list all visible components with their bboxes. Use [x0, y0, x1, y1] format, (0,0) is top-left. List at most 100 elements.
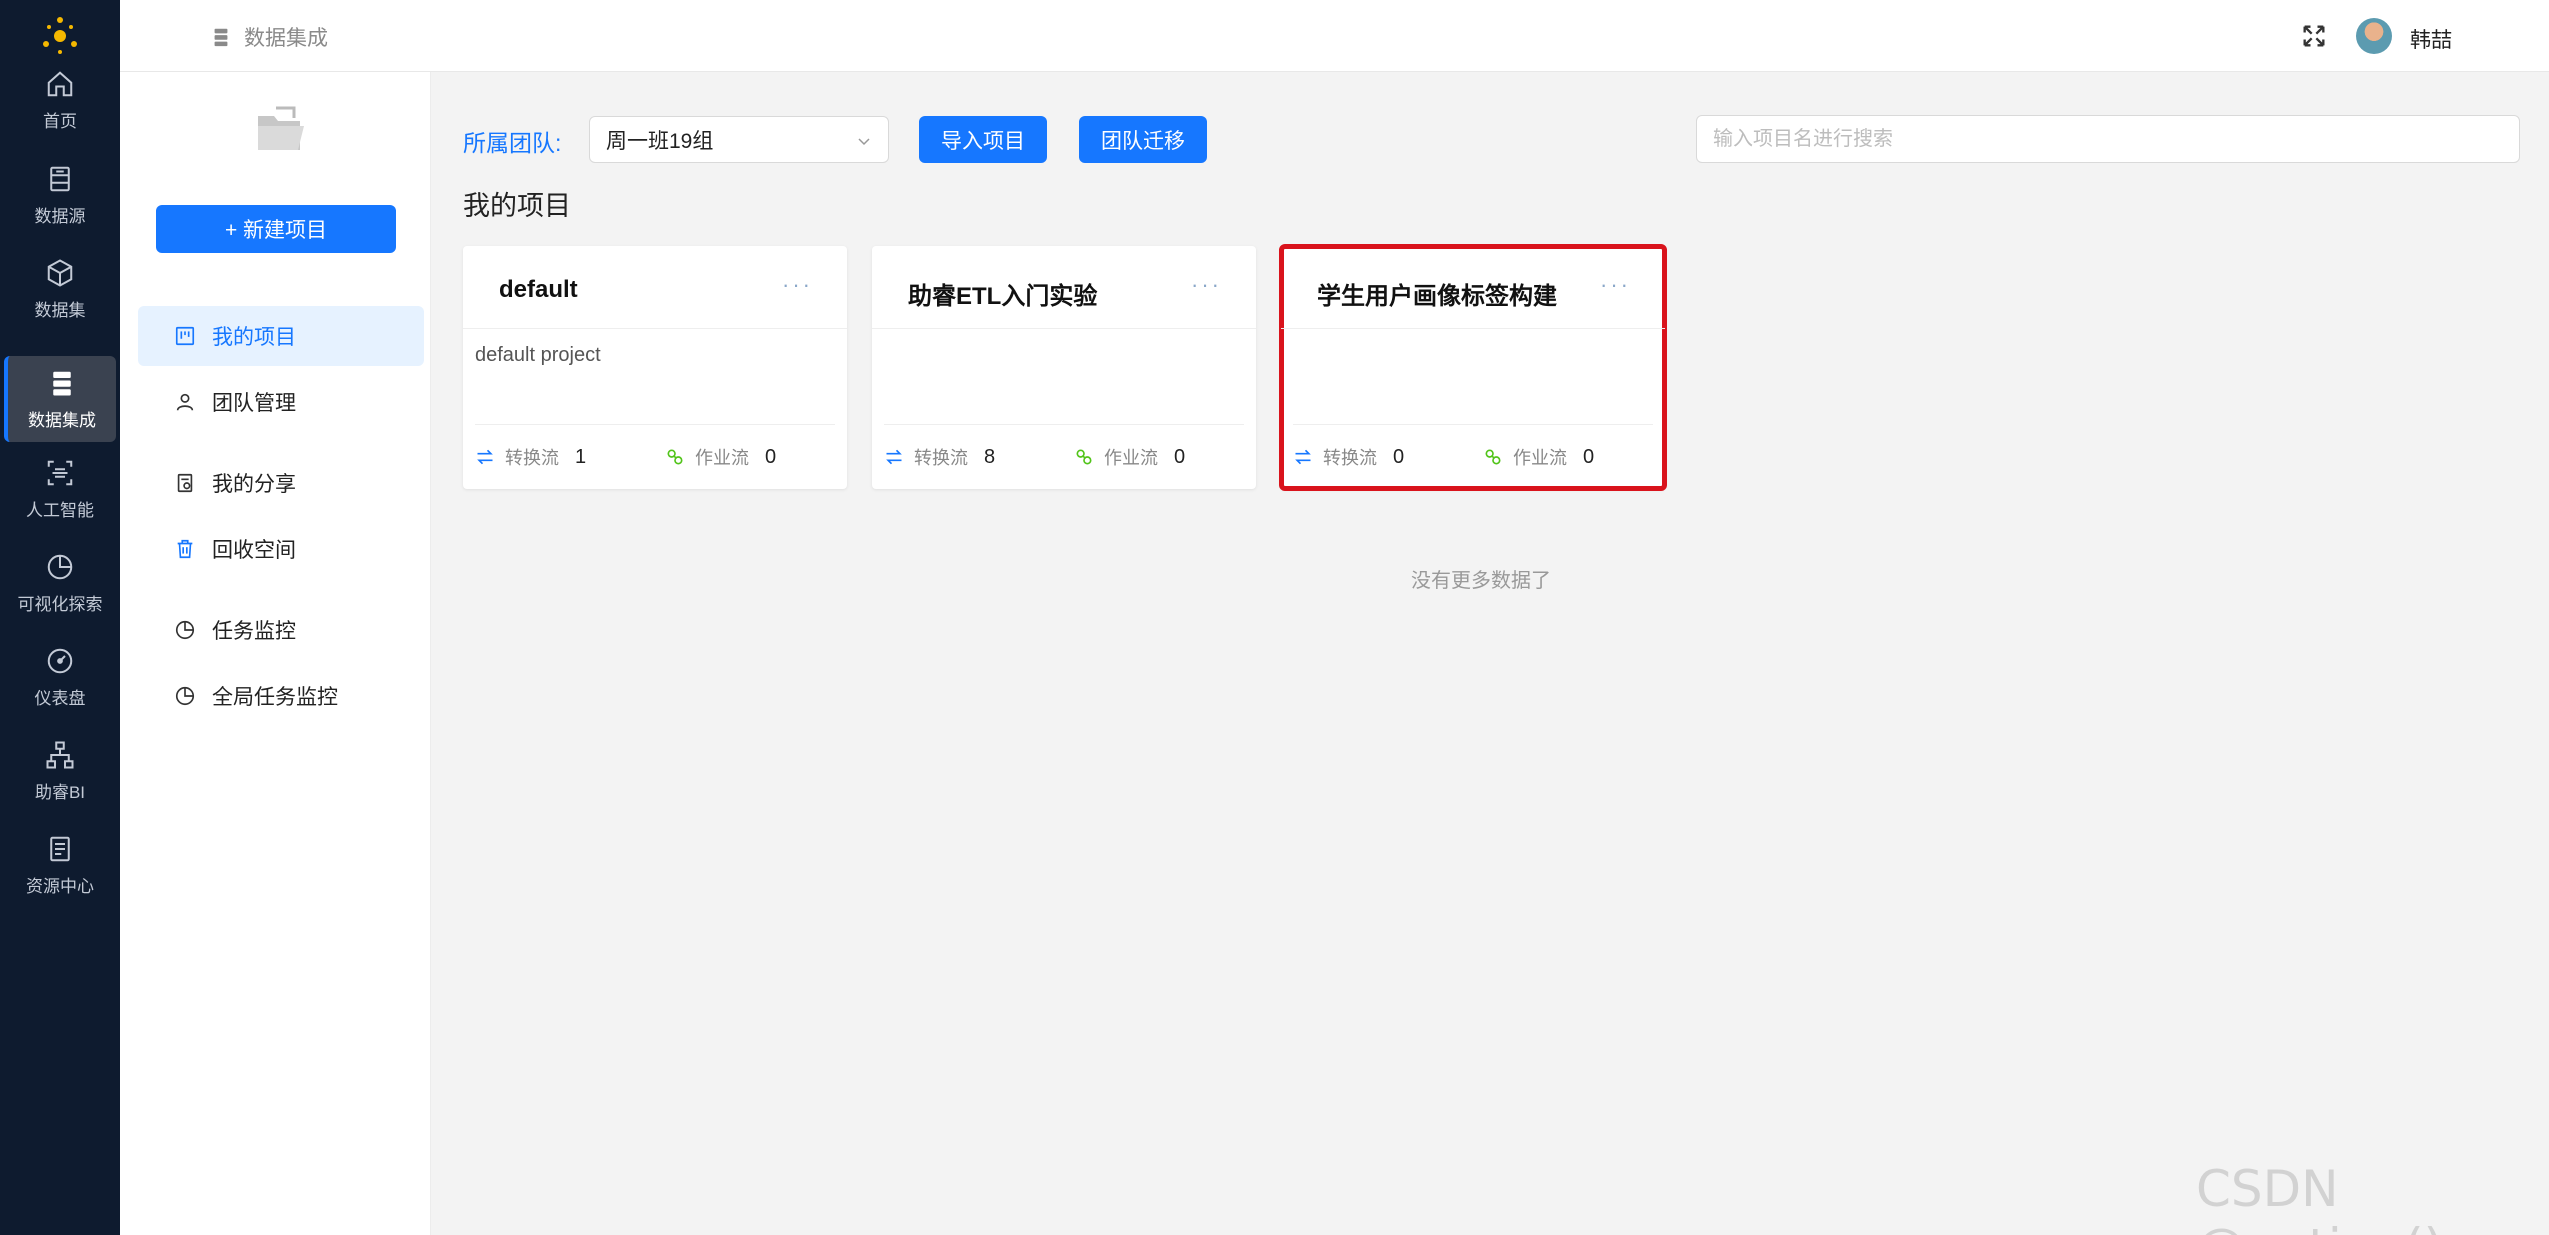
- project-card[interactable]: default ··· default project 转换流 1 作业流 0: [463, 246, 847, 489]
- team-select-value: 周一班19组: [606, 129, 714, 153]
- pie-chart-icon: [47, 554, 73, 579]
- project-card[interactable]: 学生用户画像标签构建 ··· 转换流 0 作业流 0: [1279, 244, 1667, 491]
- team-select[interactable]: 周一班19组: [589, 116, 889, 163]
- job-label: 作业流: [695, 448, 749, 468]
- nav-item-ai[interactable]: 人工智能: [4, 446, 116, 532]
- job-flow-icon: [1076, 449, 1092, 465]
- menu-item-global-task-monitor[interactable]: 全局任务监控: [138, 666, 424, 726]
- folder-icon: [258, 106, 304, 150]
- job-count: 0: [1174, 445, 1186, 468]
- job-count: 0: [765, 445, 777, 468]
- menu-item-my-projects[interactable]: 我的项目: [138, 306, 424, 366]
- section-title: 我的项目: [463, 191, 571, 221]
- divider: [872, 328, 1256, 329]
- transform-label: 转换流: [914, 448, 968, 468]
- menu-item-task-monitor[interactable]: 任务监控: [138, 600, 424, 660]
- transform-flow-icon: [886, 449, 902, 465]
- more-icon[interactable]: ···: [1600, 272, 1631, 298]
- share-doc-icon: [177, 473, 193, 493]
- user-icon: [176, 393, 194, 411]
- pie-chart-icon: [175, 620, 195, 640]
- project-search-input[interactable]: [1696, 115, 2520, 163]
- nav-label: 数据集成: [28, 410, 96, 430]
- menu-item-my-shares[interactable]: 我的分享: [138, 453, 424, 513]
- main-content: 所属团队: 周一班19组 导入项目 团队迁移 我的项目 default ··· …: [431, 72, 2549, 1235]
- nav-label: 人工智能: [26, 500, 94, 520]
- nav-item-home[interactable]: 首页: [4, 57, 116, 143]
- nav-item-bi[interactable]: 助睿BI: [4, 728, 116, 814]
- server-icon: [214, 28, 228, 47]
- project-card[interactable]: 助睿ETL入门实验 ··· 转换流 8 作业流 0: [872, 246, 1256, 489]
- breadcrumb-label: 数据集成: [244, 27, 328, 50]
- fullscreen-icon[interactable]: [2300, 22, 2328, 50]
- nav-label: 助睿BI: [34, 782, 86, 802]
- menu-label: 团队管理: [212, 392, 296, 415]
- menu-item-team-management[interactable]: 团队管理: [138, 372, 424, 432]
- nav-item-dashboard[interactable]: 仪表盘: [4, 634, 116, 720]
- transform-count: 1: [575, 445, 587, 468]
- divider: [1293, 424, 1653, 425]
- nav-label: 资源中心: [26, 876, 94, 896]
- job-stat: 作业流 0: [1074, 444, 1185, 470]
- pie-chart-icon: [175, 686, 195, 706]
- project-title: 助睿ETL入门实验: [908, 283, 1098, 310]
- job-label: 作业流: [1104, 448, 1158, 468]
- no-more-data-text: 没有更多数据了: [1411, 570, 1551, 592]
- breadcrumb: 数据集成: [210, 22, 328, 52]
- cube-icon: [47, 258, 73, 287]
- import-project-button[interactable]: 导入项目: [919, 116, 1047, 163]
- team-label: 所属团队:: [463, 130, 562, 156]
- new-project-button[interactable]: + 新建项目: [156, 205, 396, 253]
- nav-label: 仪表盘: [34, 688, 86, 708]
- project-sidebar: + 新建项目 我的项目 团队管理 我的分享 回收空间 任务监控 全局任务监控: [120, 72, 431, 1235]
- nav-item-resource-center[interactable]: 资源中心: [4, 822, 116, 908]
- chevron-down-icon: [858, 138, 870, 146]
- app-logo-icon[interactable]: [38, 14, 82, 58]
- home-icon: [47, 70, 73, 96]
- more-icon[interactable]: ···: [1191, 272, 1222, 298]
- transform-flow-icon: [1295, 449, 1311, 465]
- menu-label: 我的分享: [212, 473, 296, 496]
- transform-stat: 转换流 0: [1293, 444, 1404, 470]
- nav-item-data-integration[interactable]: 数据集成: [4, 356, 116, 442]
- username[interactable]: 韩喆: [2410, 24, 2452, 54]
- document-icon: [50, 836, 70, 861]
- watermark: CSDN @potion(): [2196, 1160, 2443, 1235]
- job-flow-icon: [1485, 449, 1501, 465]
- job-stat: 作业流 0: [1483, 444, 1594, 470]
- menu-item-recycle-bin[interactable]: 回收空间: [138, 519, 424, 579]
- project-title: 学生用户画像标签构建: [1317, 283, 1557, 310]
- project-title: default: [499, 276, 578, 303]
- job-flow-icon: [667, 449, 683, 465]
- project-description: default project: [475, 344, 601, 366]
- divider: [463, 328, 847, 329]
- database-icon: [50, 166, 70, 191]
- transform-label: 转换流: [505, 448, 559, 468]
- nav-item-dataset[interactable]: 数据集: [4, 246, 116, 332]
- menu-label: 回收空间: [212, 539, 296, 562]
- divider: [884, 424, 1244, 425]
- transform-count: 0: [1393, 445, 1405, 468]
- nav-label: 可视化探索: [17, 594, 103, 614]
- transform-count: 8: [984, 445, 996, 468]
- transform-stat: 转换流 8: [884, 444, 995, 470]
- transform-stat: 转换流 1: [475, 444, 586, 470]
- job-count: 0: [1583, 445, 1595, 468]
- divider: [1281, 328, 1665, 329]
- nav-item-visual-explore[interactable]: 可视化探索: [4, 540, 116, 626]
- avatar[interactable]: [2356, 18, 2392, 54]
- nav-item-datasource[interactable]: 数据源: [4, 152, 116, 238]
- hierarchy-icon: [46, 741, 74, 768]
- menu-label: 我的项目: [212, 326, 296, 349]
- team-migrate-button[interactable]: 团队迁移: [1079, 116, 1207, 163]
- nav-label: 数据源: [34, 206, 86, 226]
- scan-icon: [47, 460, 73, 485]
- job-label: 作业流: [1513, 448, 1567, 468]
- top-bar: 数据集成 韩喆: [120, 0, 2549, 72]
- transform-flow-icon: [477, 449, 493, 465]
- server-icon: [53, 371, 71, 395]
- more-icon[interactable]: ···: [782, 272, 813, 298]
- project-icon: [175, 326, 195, 346]
- nav-label: 数据集: [34, 300, 86, 320]
- nav-label: 首页: [43, 111, 77, 131]
